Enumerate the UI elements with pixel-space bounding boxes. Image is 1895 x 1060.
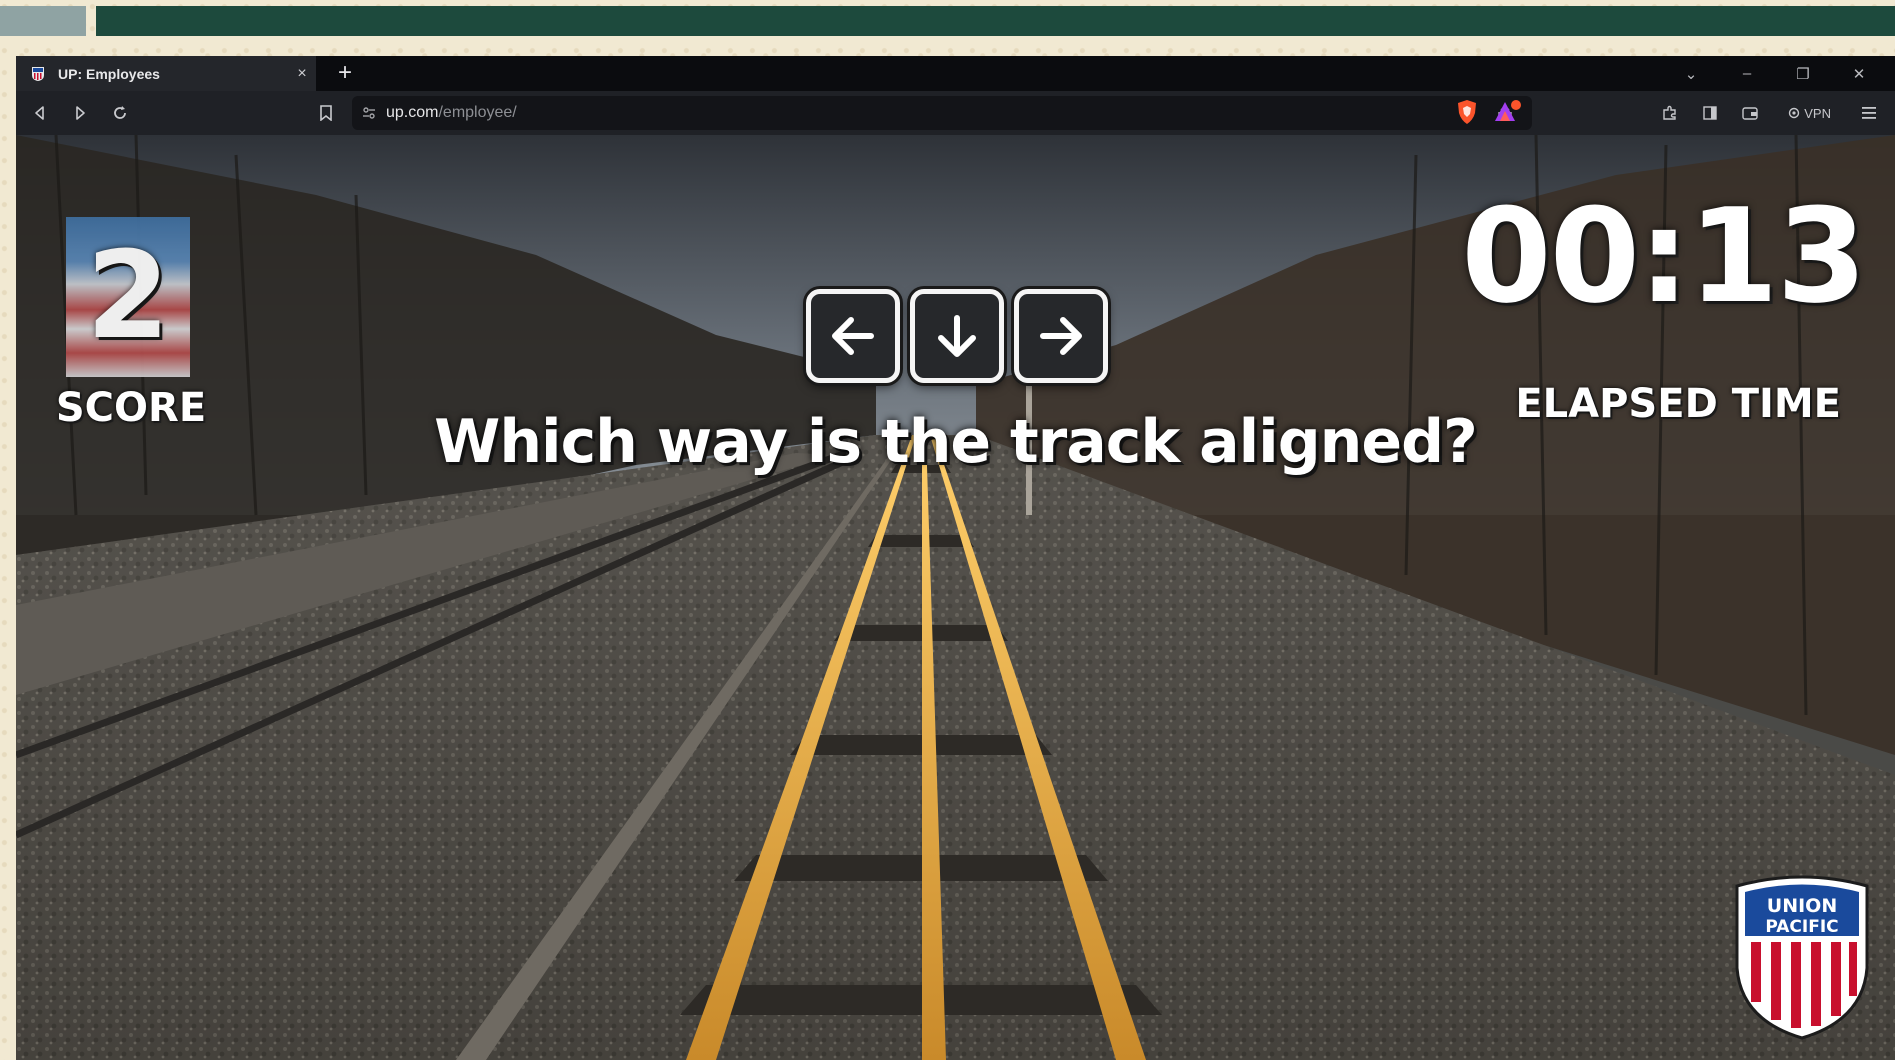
down-arrow-icon (938, 315, 976, 357)
reload-icon (114, 106, 126, 119)
menu-button[interactable] (1849, 93, 1889, 133)
game-viewport[interactable]: 2 SCORE 00:13 ELAPSED TIME Which way is … (16, 135, 1895, 1060)
union-pacific-logo: UNION PACIFIC (1735, 875, 1869, 1040)
url-domain: up.com (386, 104, 439, 121)
vpn-icon (1789, 107, 1800, 119)
union-pacific-favicon-icon (30, 66, 46, 82)
forward-button[interactable] (60, 93, 100, 133)
frame-strip-left (0, 6, 86, 36)
wallet-button[interactable] (1730, 93, 1770, 133)
forward-icon (76, 106, 85, 120)
tab-bar: UP: Employees × + ⌄ – ❐ ✕ (16, 56, 1895, 91)
elapsed-time-value: 00:13 (1461, 180, 1867, 332)
address-bar[interactable]: up.com/employee/ (352, 96, 1532, 130)
right-arrow-key[interactable] (1014, 289, 1108, 383)
bookmark-button[interactable] (306, 93, 346, 133)
reload-button[interactable] (100, 93, 140, 133)
new-tab-button[interactable]: + (330, 58, 360, 88)
restore-icon[interactable]: ❐ (1775, 65, 1831, 83)
tab-search-icon[interactable]: ⌄ (1663, 65, 1719, 83)
extensions-button[interactable] (1650, 93, 1690, 133)
logo-text-pacific: PACIFIC (1765, 917, 1838, 937)
right-toolbar: VPN (1650, 91, 1895, 135)
puzzle-icon (1663, 105, 1676, 120)
tab-up-employees[interactable]: UP: Employees × (16, 56, 316, 91)
arrow-key-group (806, 289, 1108, 383)
logo-text-union: UNION (1767, 895, 1837, 917)
minimize-icon[interactable]: – (1719, 65, 1775, 82)
close-window-icon[interactable]: ✕ (1831, 65, 1887, 83)
left-arrow-icon (832, 317, 874, 355)
brave-rewards-icon[interactable] (1492, 99, 1522, 125)
tab-close-icon[interactable]: × (288, 65, 316, 83)
wallet-icon (1742, 107, 1758, 120)
frame-strip-right (96, 6, 1895, 36)
site-info-icon[interactable] (352, 106, 386, 120)
back-icon (35, 106, 44, 120)
question-text: Which way is the track aligned? (434, 407, 1478, 477)
browser-toolbar: up.com/employee/ VPN (16, 91, 1895, 135)
window-controls: ⌄ – ❐ ✕ (1663, 56, 1887, 91)
hamburger-menu-icon (1862, 107, 1876, 119)
down-arrow-key[interactable] (910, 289, 1004, 383)
back-button[interactable] (20, 93, 60, 133)
browser-window: UP: Employees × + ⌄ – ❐ ✕ up.com/employe… (16, 56, 1895, 1060)
score-panel: 2 (66, 217, 190, 377)
score-value: 2 (86, 227, 170, 366)
right-arrow-icon (1040, 317, 1082, 355)
sidebar-button[interactable] (1690, 93, 1730, 133)
url-path: /employee/ (438, 104, 517, 121)
left-arrow-key[interactable] (806, 289, 900, 383)
tab-title: UP: Employees (58, 65, 160, 82)
brave-shields-icon[interactable] (1456, 99, 1478, 125)
bookmark-icon (320, 105, 332, 121)
sidebar-icon (1703, 106, 1717, 120)
vpn-button[interactable]: VPN (1778, 100, 1841, 126)
url-text[interactable]: up.com/employee/ (386, 104, 517, 122)
vpn-label: VPN (1804, 105, 1831, 121)
